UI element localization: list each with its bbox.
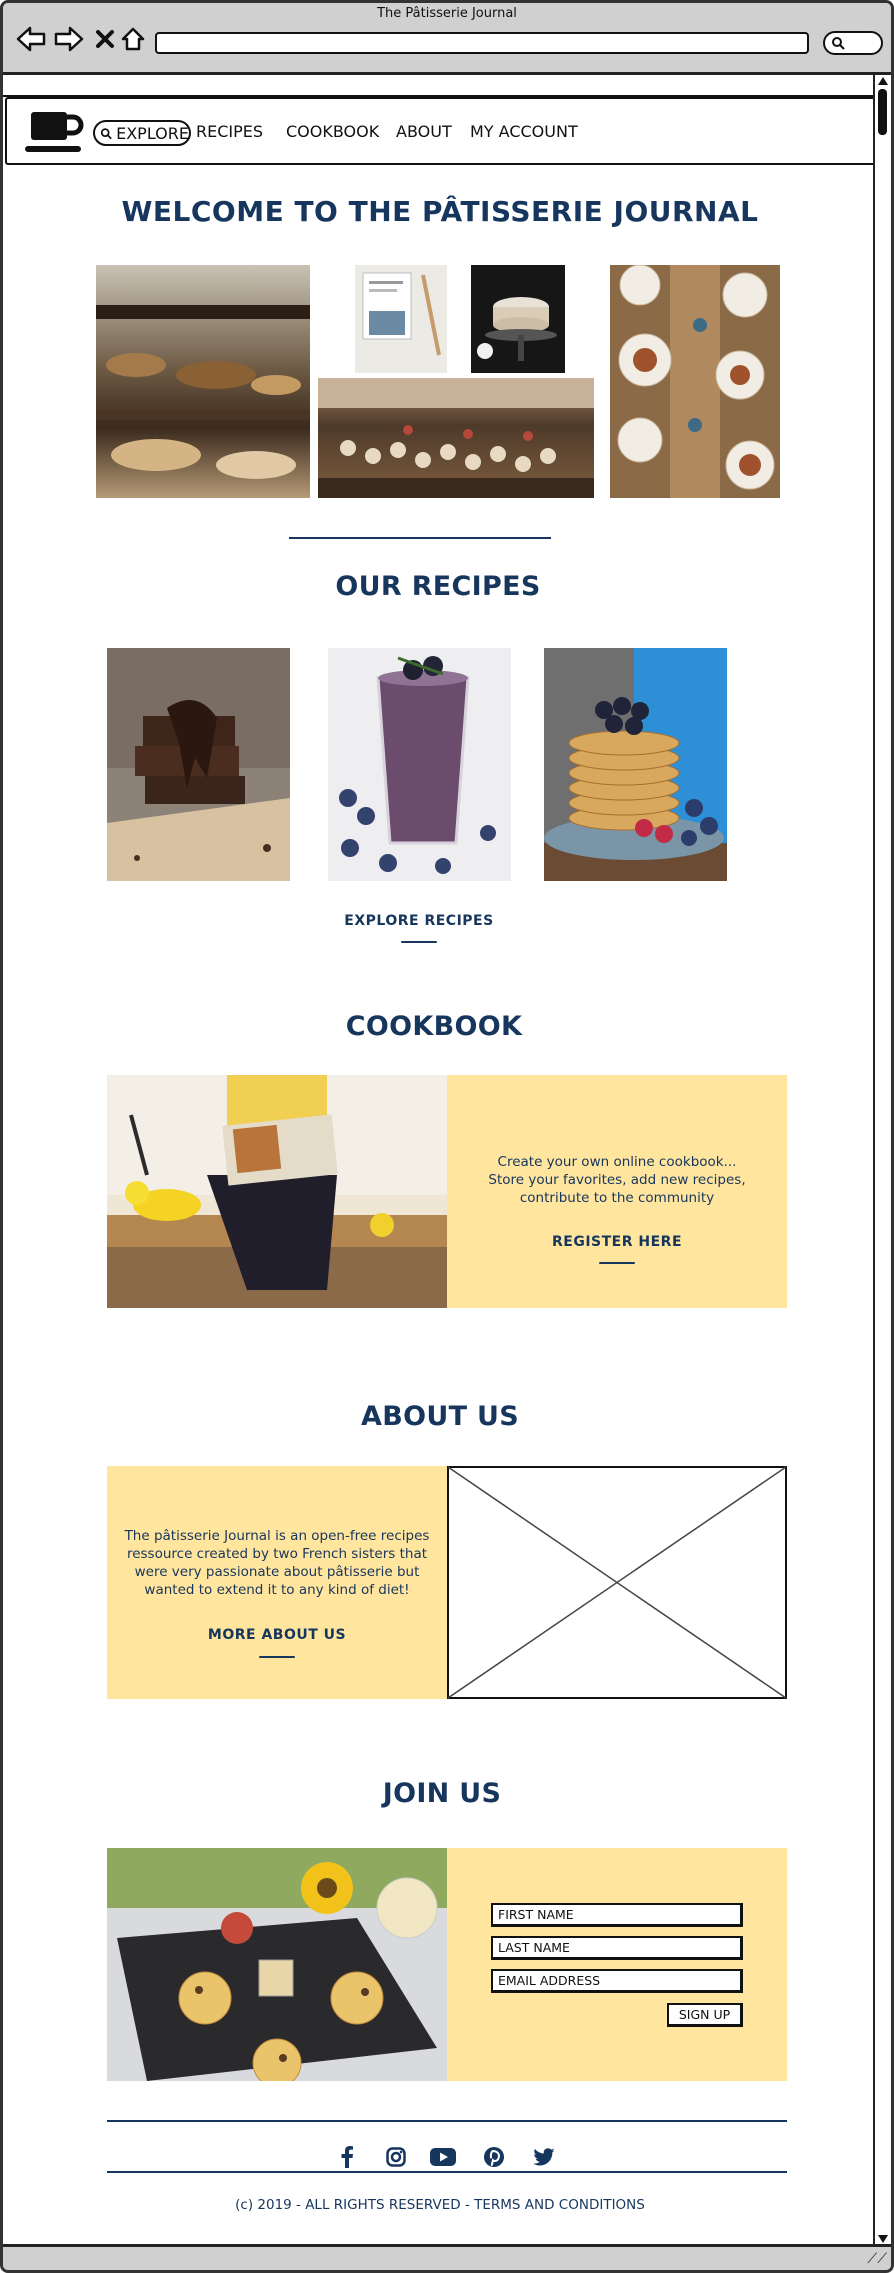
instagram-link[interactable] xyxy=(382,2143,410,2171)
home-icon xyxy=(121,27,145,51)
more-about-us-link[interactable]: MORE ABOUT US xyxy=(187,1627,367,1643)
page-content: EXPLORE RECIPES COOKBOOK ABOUT MY ACCOUN… xyxy=(3,75,877,2249)
about-text-2: ressource created by two French sisters … xyxy=(126,1546,428,1562)
facebook-link[interactable] xyxy=(333,2143,361,2171)
about-title: ABOUT US xyxy=(361,1401,519,1432)
browser-window: The Pâtisserie Journal EXPLORE RECIPES C… xyxy=(0,0,894,2273)
twitter-icon xyxy=(533,2148,555,2166)
close-icon xyxy=(96,30,114,48)
link-underline xyxy=(401,941,437,943)
arrow-left-icon xyxy=(16,26,46,52)
search-icon xyxy=(100,127,112,139)
footer-divider-top xyxy=(107,2120,787,2122)
nav-about[interactable]: ABOUT xyxy=(396,122,452,141)
recipe-photo-brownies xyxy=(107,648,290,881)
first-name-field[interactable]: FIRST NAME xyxy=(491,1903,743,1927)
link-underline xyxy=(259,1656,295,1658)
cookbook-photo-reading xyxy=(107,1075,447,1308)
section-divider xyxy=(289,537,551,539)
nav-explore[interactable]: EXPLORE xyxy=(93,120,191,146)
last-name-field[interactable]: LAST NAME xyxy=(491,1936,743,1960)
recipe-photo-pancakes xyxy=(544,648,727,881)
facebook-icon xyxy=(341,2146,353,2168)
search-icon xyxy=(832,37,845,50)
page-title: WELCOME TO THE PÂTISSERIE JOURNAL xyxy=(121,195,759,228)
join-photo-cakes xyxy=(107,1848,447,2081)
about-text-3: were very passionate about pâtisserie bu… xyxy=(134,1564,420,1580)
image-placeholder xyxy=(447,1466,787,1699)
cookbook-text-2: Store your favorites, add new recipes, xyxy=(488,1172,746,1188)
twitter-link[interactable] xyxy=(530,2143,558,2171)
recipes-title: OUR RECIPES xyxy=(335,571,541,602)
cookbook-text-3: contribute to the community xyxy=(519,1190,715,1206)
instagram-icon xyxy=(386,2147,406,2167)
back-button[interactable] xyxy=(13,21,49,57)
gallery-cake-stand xyxy=(471,265,565,373)
email-field[interactable]: EMAIL ADDRESS xyxy=(491,1969,743,1993)
join-title: JOIN US xyxy=(382,1778,502,1809)
nav-explore-label: EXPLORE xyxy=(116,123,189,143)
gallery-bakery-display xyxy=(96,265,310,498)
browser-statusbar: ⟋⟋ xyxy=(3,2244,891,2270)
site-header: EXPLORE RECIPES COOKBOOK ABOUT MY ACCOUN… xyxy=(5,97,877,165)
scroll-up-arrow-icon[interactable] xyxy=(878,77,888,85)
link-underline xyxy=(599,1262,635,1264)
vertical-scrollbar[interactable] xyxy=(873,75,891,2249)
url-bar[interactable] xyxy=(155,32,809,54)
signup-panel: FIRST NAME LAST NAME EMAIL ADDRESS SIGN … xyxy=(447,1848,787,2081)
sign-up-button[interactable]: SIGN UP xyxy=(667,2003,743,2027)
explore-recipes-link[interactable]: EXPLORE RECIPES xyxy=(329,913,509,929)
browser-search[interactable] xyxy=(823,31,883,55)
scroll-down-arrow-icon[interactable] xyxy=(878,2235,888,2243)
about-text-4: wanted to extend it to any kind of diet! xyxy=(144,1582,410,1598)
about-panel: The pâtisserie Journal is an open-free r… xyxy=(107,1466,447,1699)
pinterest-link[interactable] xyxy=(480,2143,508,2171)
nav-recipes[interactable]: RECIPES xyxy=(196,122,263,141)
scroll-thumb[interactable] xyxy=(878,89,887,135)
home-button[interactable] xyxy=(115,21,151,57)
about-text-1: The pâtisserie Journal is an open-free r… xyxy=(124,1528,430,1544)
gallery-pastry-counter xyxy=(318,378,594,498)
window-title: The Pâtisserie Journal xyxy=(377,6,517,21)
resize-grip-icon[interactable]: ⟋⟋ xyxy=(867,2251,887,2267)
cookbook-text-1: Create your own online cookbook... xyxy=(497,1154,737,1170)
recipe-photo-smoothie xyxy=(328,648,511,881)
browser-toolbar: The Pâtisserie Journal xyxy=(3,3,891,75)
coffee-cup-logo[interactable] xyxy=(25,109,87,155)
nav-cookbook[interactable]: COOKBOOK xyxy=(286,122,379,141)
nav-my-account[interactable]: MY ACCOUNT xyxy=(470,122,578,141)
gallery-table-spread xyxy=(610,265,780,498)
youtube-link[interactable] xyxy=(429,2143,457,2171)
youtube-icon xyxy=(430,2148,456,2166)
footer-copyright[interactable]: (c) 2019 - ALL RIGHTS RESERVED - TERMS A… xyxy=(3,2197,877,2213)
arrow-right-icon xyxy=(54,26,84,52)
footer-divider-bottom xyxy=(107,2171,787,2173)
cookbook-title: COOKBOOK xyxy=(345,1011,523,1042)
cookbook-panel: Create your own online cookbook... Store… xyxy=(447,1075,787,1308)
forward-button[interactable] xyxy=(51,21,87,57)
gallery-journal-notes xyxy=(355,265,447,373)
pinterest-icon xyxy=(484,2147,504,2167)
register-here-link[interactable]: REGISTER HERE xyxy=(527,1234,707,1250)
